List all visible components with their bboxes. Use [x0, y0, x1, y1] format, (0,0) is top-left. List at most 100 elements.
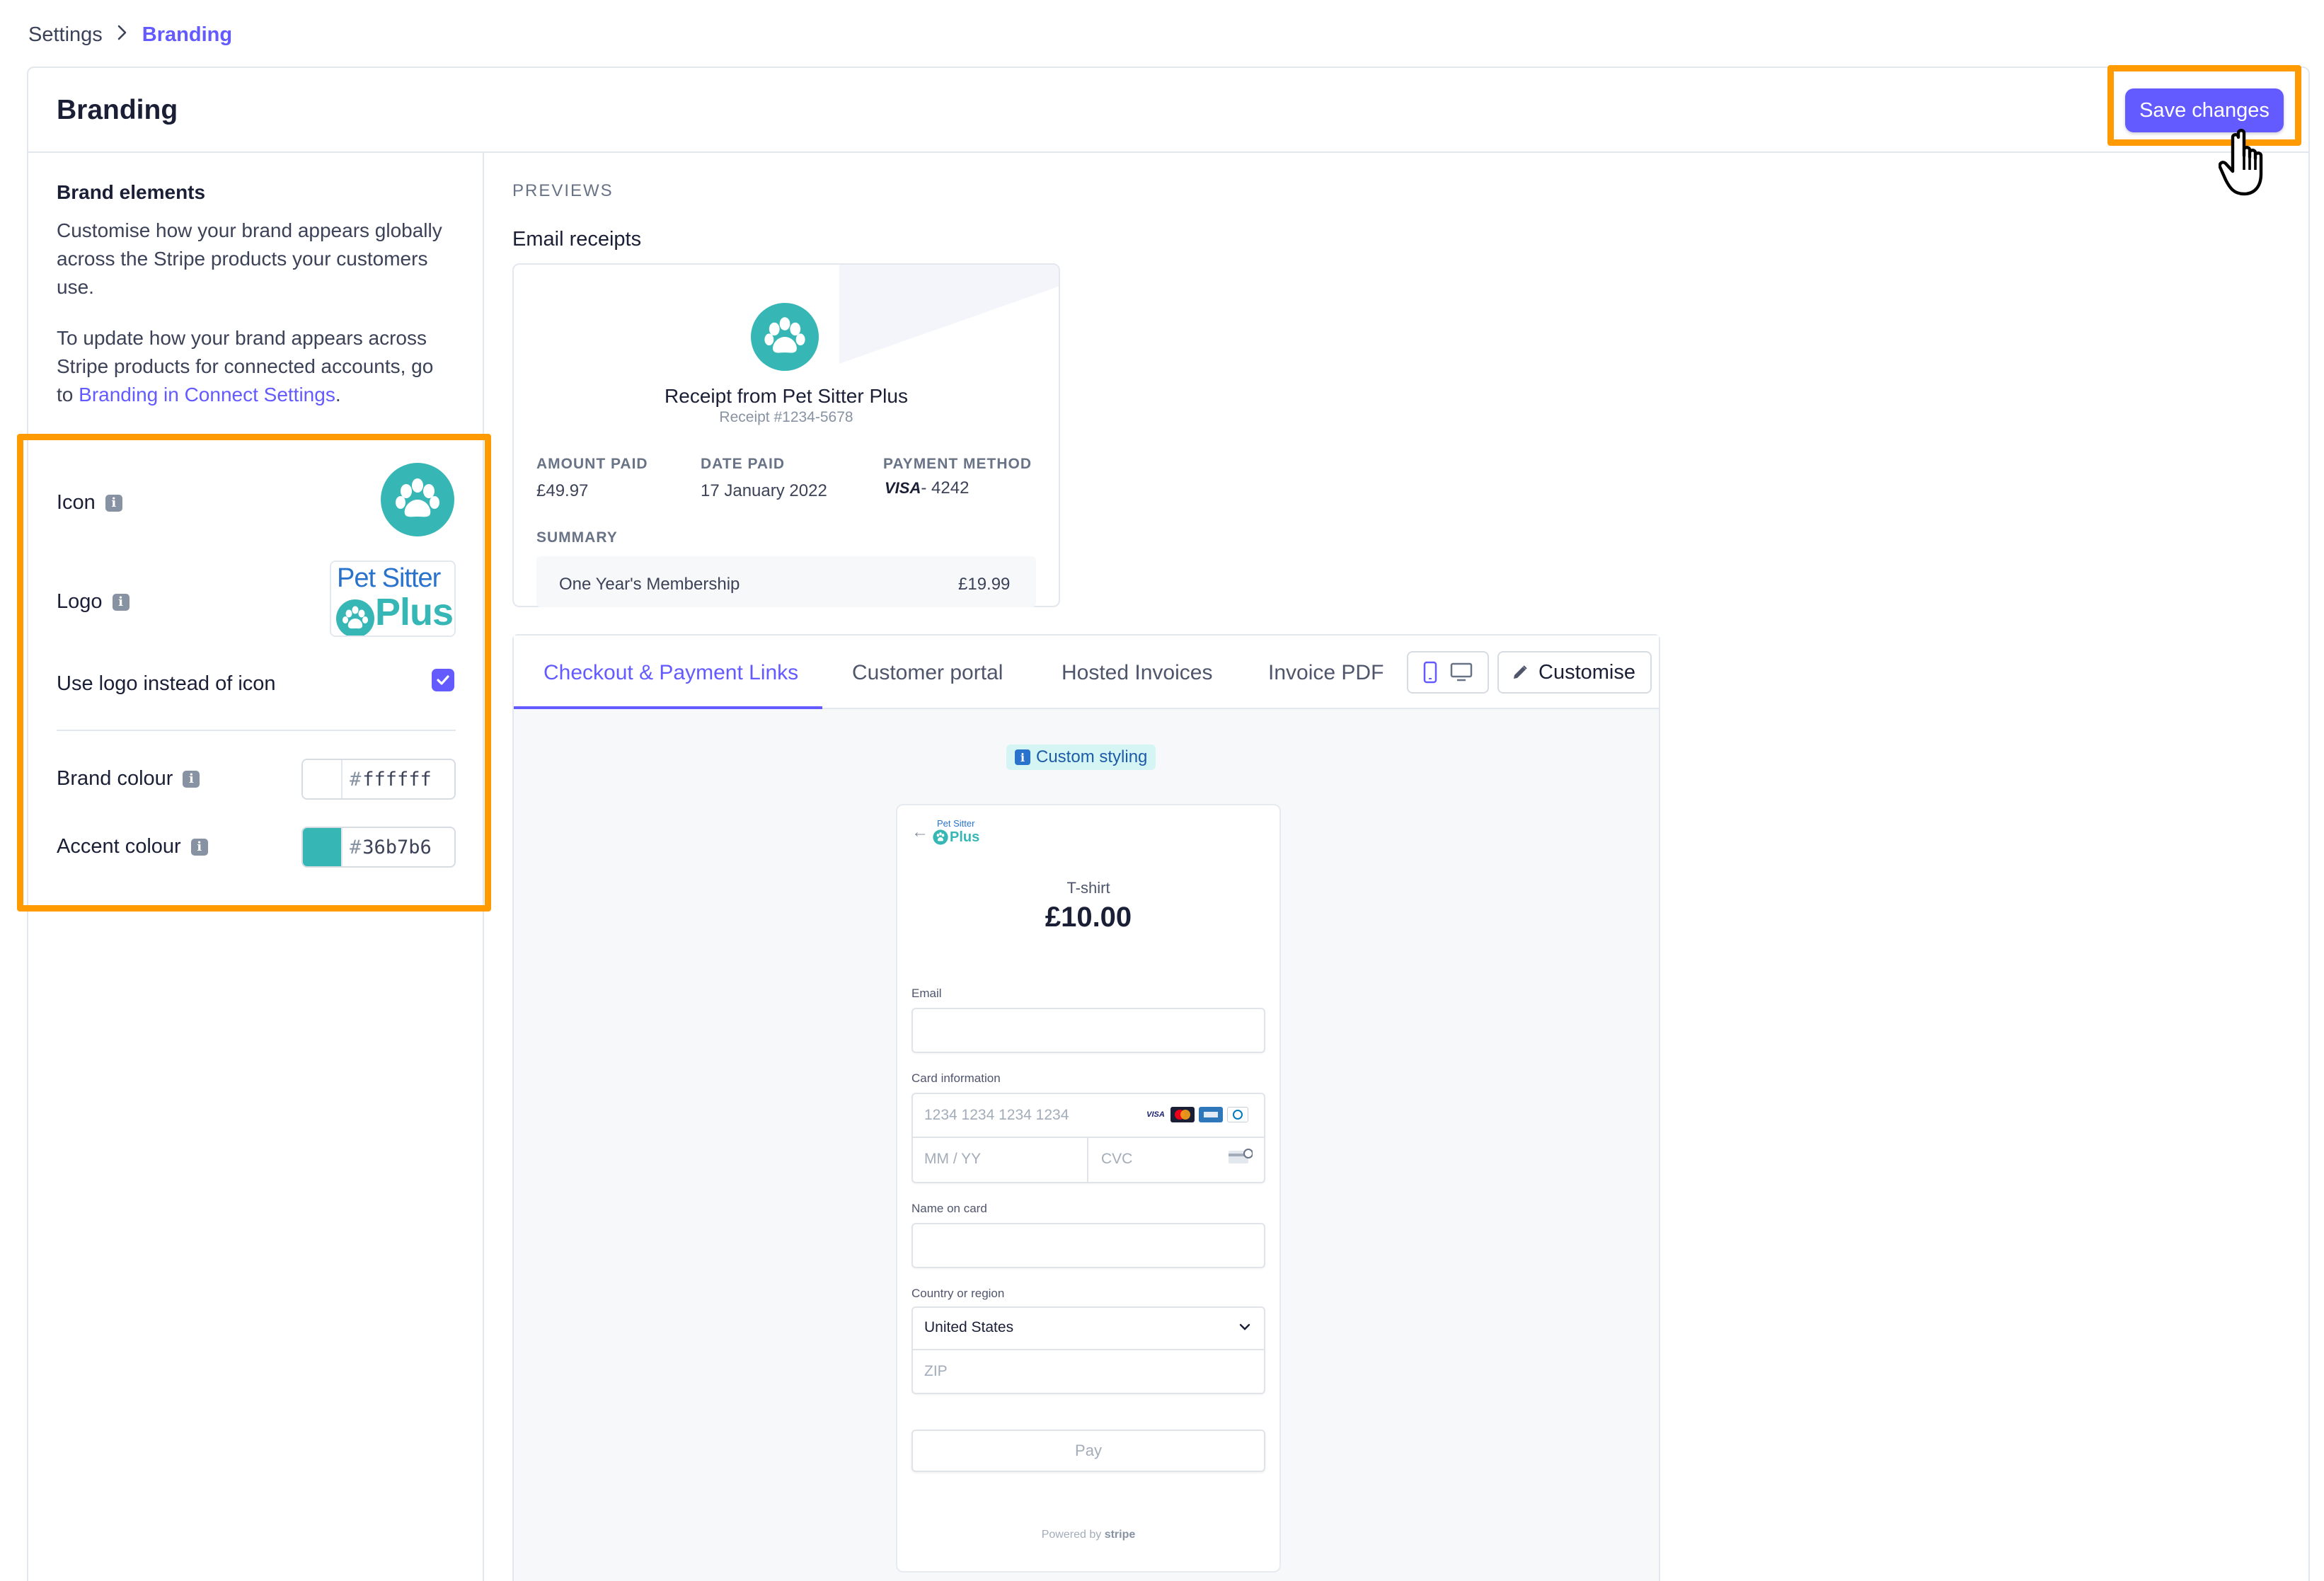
payment-method-value: VISA- 4242 — [885, 478, 969, 498]
receipt-brand-icon — [751, 303, 819, 371]
product-name: T-shirt — [1066, 879, 1110, 897]
powered-by-text: Powered by — [1041, 1529, 1102, 1541]
brand-logo-upload[interactable]: Pet Sitter Plus — [330, 560, 456, 637]
connect-settings-link[interactable]: Branding in Connect Settings — [79, 384, 335, 406]
accent-colour-label: Accent colour — [57, 835, 181, 858]
product-price: £10.00 — [1045, 902, 1132, 933]
card-number-input[interactable]: 1234 1234 1234 1234 — [924, 1107, 1069, 1124]
previews-label: PREVIEWS — [512, 181, 614, 200]
cvc-input[interactable]: CVC — [1101, 1151, 1132, 1168]
header-divider — [28, 151, 2308, 153]
mastercard-icon — [1170, 1107, 1195, 1122]
info-icon[interactable]: i — [190, 838, 208, 856]
accent-colour-value[interactable]: 36b7b6 — [362, 837, 432, 858]
name-on-card-label: Name on card — [911, 1202, 987, 1215]
date-paid-value: 17 January 2022 — [701, 481, 827, 500]
mobile-icon[interactable] — [1423, 661, 1437, 684]
info-icon[interactable]: i — [183, 770, 200, 788]
accent-colour-row-label: Accent colour i — [57, 835, 208, 858]
line-item-amount: £19.99 — [958, 575, 1011, 594]
brand-colour-hex: # ffffff — [343, 760, 454, 798]
paw-logo-icon — [933, 829, 948, 845]
name-on-card-input[interactable] — [911, 1223, 1265, 1268]
customise-button[interactable]: Customise — [1497, 651, 1652, 694]
breadcrumb-settings-link[interactable]: Settings — [28, 23, 103, 47]
receipt-header-decoration — [839, 265, 1059, 364]
summary-label: SUMMARY — [536, 529, 618, 546]
cvc-card-icon — [1229, 1149, 1253, 1163]
pay-button[interactable]: Pay — [911, 1430, 1265, 1472]
payment-method-label: PAYMENT METHOD — [883, 456, 1032, 472]
line-item-name: One Year's Membership — [559, 575, 740, 594]
amex-icon — [1199, 1107, 1223, 1122]
icon-row-label: Icon i — [57, 491, 122, 514]
logo-text-line1: Pet Sitter — [337, 563, 441, 593]
save-changes-button[interactable]: Save changes — [2125, 88, 2284, 132]
email-receipts-label: Email receipts — [512, 228, 642, 251]
pencil-icon — [1514, 665, 1527, 679]
checkout-logo-line1: Pet Sitter — [937, 818, 975, 829]
brand-colour-value[interactable]: ffffff — [362, 769, 432, 790]
email-input[interactable] — [911, 1008, 1265, 1053]
paw-icon — [764, 317, 805, 353]
connect-desc-period: . — [335, 384, 341, 406]
tab-hosted-invoices[interactable]: Hosted Invoices — [1062, 661, 1212, 685]
page-title: Branding — [57, 95, 178, 125]
card-divider-vertical — [1087, 1138, 1088, 1182]
accent-colour-input[interactable]: # 36b7b6 — [301, 827, 456, 868]
brand-elements-description: Customise how your brand appears globall… — [57, 219, 442, 298]
chevron-down-icon[interactable] — [1238, 1322, 1251, 1332]
chevron-right-icon — [117, 23, 128, 47]
checkout-logo: Pet Sitter Plus — [933, 818, 984, 846]
email-label: Email — [911, 987, 942, 1000]
brand-elements-title: Brand elements — [57, 181, 206, 203]
hash-symbol: # — [350, 768, 362, 790]
breadcrumb: Settings Branding — [28, 23, 232, 47]
tab-checkout-payment-links[interactable]: Checkout & Payment Links — [543, 661, 798, 685]
custom-styling-label: Custom styling — [1036, 747, 1148, 766]
address-divider — [913, 1349, 1264, 1350]
card-last4: - 4242 — [921, 478, 970, 498]
powered-by-stripe: Powered by stripe — [896, 1529, 1281, 1541]
stripe-wordmark: stripe — [1104, 1529, 1136, 1541]
hash-symbol: # — [350, 836, 362, 858]
custom-styling-badge: i Custom styling — [1006, 744, 1156, 770]
info-icon[interactable]: i — [112, 593, 130, 611]
tab-invoice-pdf[interactable]: Invoice PDF — [1268, 661, 1384, 685]
paw-icon — [396, 478, 439, 517]
tab-customer-portal[interactable]: Customer portal — [852, 661, 1003, 685]
country-select[interactable]: United States — [924, 1319, 1013, 1336]
use-logo-checkbox[interactable] — [432, 669, 454, 691]
brand-icon-upload[interactable] — [381, 463, 454, 536]
accent-colour-hex: # 36b7b6 — [343, 828, 454, 866]
paw-logo-icon — [336, 599, 374, 636]
receipt-number: Receipt #1234-5678 — [719, 409, 853, 425]
amount-paid-label: AMOUNT PAID — [536, 456, 648, 472]
device-toggle — [1407, 651, 1489, 694]
date-paid-label: DATE PAID — [701, 456, 786, 472]
logo-label: Logo — [57, 590, 103, 613]
breadcrumb-current: Branding — [142, 23, 233, 46]
active-tab-indicator — [514, 706, 822, 709]
info-icon[interactable]: i — [105, 494, 122, 512]
divider — [57, 730, 456, 731]
zip-input[interactable]: ZIP — [924, 1363, 948, 1380]
desktop-icon[interactable] — [1450, 662, 1473, 682]
info-icon: i — [1015, 749, 1030, 765]
logo-row-label: Logo i — [57, 590, 130, 614]
brand-colour-input[interactable]: # ffffff — [301, 759, 456, 800]
checkmark-icon — [437, 675, 449, 685]
visa-icon: VISA — [1145, 1107, 1166, 1122]
amount-paid-value: £49.97 — [536, 481, 589, 500]
icon-label: Icon — [57, 491, 96, 514]
card-divider — [913, 1137, 1264, 1138]
diners-icon — [1227, 1107, 1248, 1122]
expiry-input[interactable]: MM / YY — [924, 1151, 981, 1168]
accent-colour-swatch[interactable] — [303, 828, 343, 866]
brand-colour-swatch[interactable] — [303, 760, 343, 798]
brand-colour-row-label: Brand colour i — [57, 767, 200, 790]
connect-settings-description: To update how your brand appears across … — [57, 324, 453, 409]
back-arrow-icon[interactable]: ← — [911, 822, 928, 842]
use-logo-label: Use logo instead of icon — [57, 672, 276, 695]
card-brand-icons: VISA — [1145, 1107, 1248, 1122]
